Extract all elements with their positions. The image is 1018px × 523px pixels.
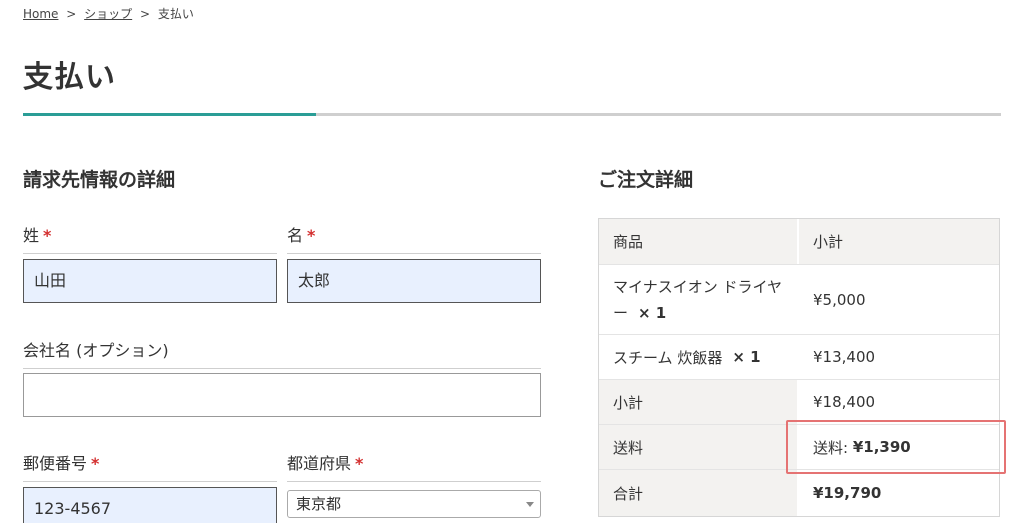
last-name-input[interactable]: 山田 bbox=[23, 259, 277, 303]
required-mark: * bbox=[355, 454, 364, 473]
prefecture-label-text: 都道府県 bbox=[287, 454, 352, 473]
first-name-label-text: 名 bbox=[287, 226, 304, 245]
breadcrumb-separator: > bbox=[140, 7, 151, 21]
postcode-label: 郵便番号 * bbox=[23, 450, 277, 482]
breadcrumb-current: 支払い bbox=[157, 7, 194, 21]
billing-heading: 請求先情報の詳細 bbox=[23, 169, 176, 191]
total-value: ¥19,790 bbox=[813, 484, 882, 502]
prefecture-select-value: 東京都 bbox=[296, 495, 342, 513]
required-mark: * bbox=[307, 226, 316, 245]
first-name-input[interactable]: 太郎 bbox=[287, 259, 541, 303]
total-row: 合計 ¥19,790 bbox=[599, 470, 999, 516]
breadcrumb-separator: > bbox=[66, 7, 77, 21]
first-name-label: 名 * bbox=[287, 222, 541, 254]
table-header-row: 商品 小計 bbox=[599, 219, 999, 265]
prefecture-select[interactable]: 東京都 bbox=[287, 490, 541, 518]
shipping-label: 送料 bbox=[599, 425, 799, 469]
postcode-input[interactable]: 123-4567 bbox=[23, 487, 277, 523]
prefecture-label: 都道府県 * bbox=[287, 450, 541, 482]
shipping-highlight-box bbox=[786, 420, 1006, 474]
order-item-qty: × 1 bbox=[638, 303, 667, 322]
title-divider bbox=[23, 113, 1001, 116]
required-mark: * bbox=[91, 454, 100, 473]
order-item-qty: × 1 bbox=[732, 348, 761, 366]
order-item-cell: マイナスイオン ドライヤー × 1 bbox=[599, 265, 799, 334]
order-item-price: ¥13,400 bbox=[813, 348, 876, 366]
company-input[interactable] bbox=[23, 373, 541, 417]
order-item-cell: スチーム 炊飯器 × 1 bbox=[599, 335, 799, 379]
total-label: 合計 bbox=[599, 470, 799, 516]
order-item-name: マイナスイオン ドライヤー × 1 bbox=[613, 274, 783, 326]
subtotal-value: ¥18,400 bbox=[813, 393, 876, 411]
order-heading: ご注文詳細 bbox=[598, 169, 694, 191]
breadcrumb: Home > ショップ > 支払い bbox=[23, 5, 194, 22]
column-header-subtotal: 小計 bbox=[799, 219, 999, 264]
required-mark: * bbox=[43, 226, 52, 245]
last-name-label-text: 姓 bbox=[23, 226, 40, 245]
company-label: 会社名 (オプション) bbox=[23, 337, 541, 369]
table-row: マイナスイオン ドライヤー × 1 ¥5,000 bbox=[599, 265, 999, 335]
order-item-name-text: スチーム 炊飯器 bbox=[613, 348, 723, 367]
table-row: スチーム 炊飯器 × 1 ¥13,400 bbox=[599, 335, 999, 380]
column-header-product: 商品 bbox=[599, 219, 799, 264]
breadcrumb-shop-link[interactable]: ショップ bbox=[84, 7, 132, 21]
chevron-down-icon bbox=[526, 502, 534, 507]
last-name-label: 姓 * bbox=[23, 222, 277, 254]
page-title: 支払い bbox=[23, 60, 116, 95]
order-item-price: ¥5,000 bbox=[813, 290, 866, 309]
title-divider-accent bbox=[23, 113, 316, 116]
breadcrumb-home-link[interactable]: Home bbox=[23, 7, 58, 21]
postcode-label-text: 郵便番号 bbox=[23, 454, 88, 473]
subtotal-row: 小計 ¥18,400 bbox=[599, 380, 999, 425]
subtotal-label: 小計 bbox=[599, 380, 799, 424]
